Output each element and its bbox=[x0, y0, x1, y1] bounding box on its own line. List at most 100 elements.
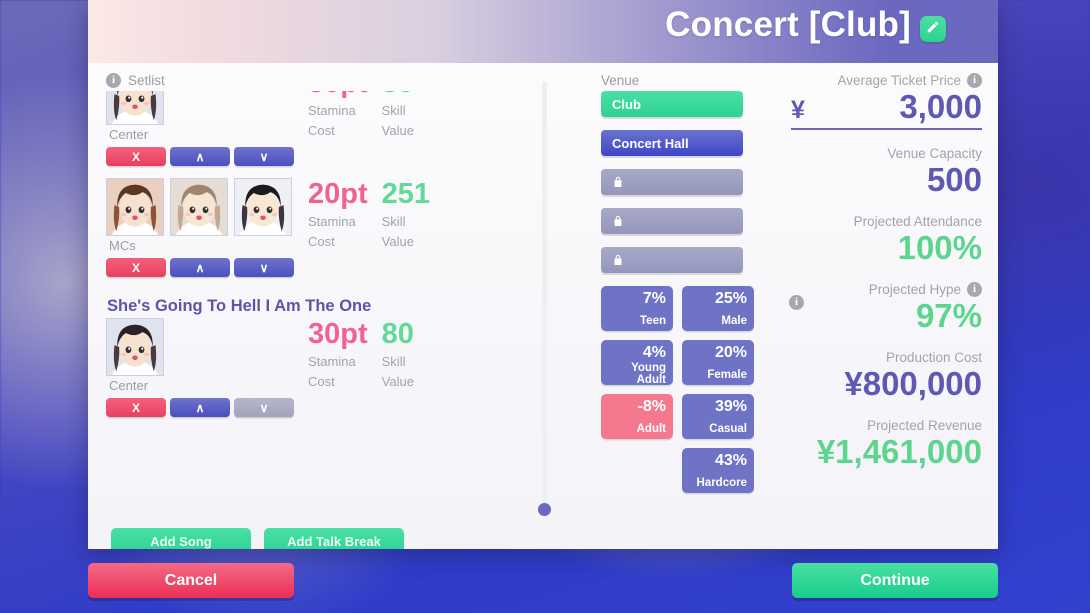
skill-value-caption: Skill bbox=[381, 353, 406, 369]
demographic-chip-adult[interactable]: -8% Adult bbox=[601, 394, 673, 439]
average-ticket-price-label: Average Ticket Price i bbox=[791, 73, 982, 88]
yen-symbol: ¥ bbox=[791, 96, 805, 124]
info-icon[interactable]: i bbox=[967, 73, 982, 88]
move-entry-up-button[interactable]: ∧ bbox=[170, 398, 230, 417]
demographic-chip-casual[interactable]: 39% Casual bbox=[682, 394, 754, 439]
remove-entry-button[interactable]: X bbox=[106, 147, 166, 166]
setlist-entry-performers: Center X ∧ ∨ bbox=[106, 91, 294, 166]
dialog-body: i Setlist CenterX∧∨30ptStaminaCost80Skil… bbox=[88, 63, 998, 549]
remove-entry-button[interactable]: X bbox=[106, 398, 166, 417]
stamina-cost-block: 30pt Stamina Cost bbox=[308, 318, 368, 390]
demographic-label: Adult bbox=[636, 422, 666, 435]
info-icon[interactable]: i bbox=[967, 281, 982, 297]
demographic-value: 20% bbox=[714, 344, 747, 361]
demographic-chip-teen[interactable]: 7% Teen bbox=[601, 286, 673, 331]
demographics-audience-column: 25% Male 20% Female 39% Casual 43% Hardcore bbox=[682, 286, 754, 493]
avatar[interactable] bbox=[106, 91, 164, 125]
add-song-button[interactable]: Add Song bbox=[111, 528, 251, 549]
scrollbar-thumb[interactable] bbox=[538, 503, 551, 516]
stamina-cost-caption-2: Cost bbox=[308, 122, 335, 138]
skill-value-block: 80 Skill Value bbox=[381, 318, 414, 390]
demographics-age-column: 7% Teen 4% Young Adult -8% Adult bbox=[601, 286, 673, 493]
skill-value-block: 251 Skill Value bbox=[381, 179, 430, 250]
continue-button[interactable]: Continue bbox=[792, 563, 998, 598]
stamina-cost-value: 30pt bbox=[308, 318, 368, 350]
skill-value-caption-2: Value bbox=[381, 373, 414, 389]
avatar[interactable] bbox=[106, 318, 164, 376]
setlist-scrollbar[interactable] bbox=[513, 63, 601, 549]
skill-value-caption: Skill bbox=[381, 213, 406, 229]
add-talk-break-button[interactable]: Add Talk Break bbox=[264, 528, 404, 549]
projected-hype-value: 97% bbox=[915, 296, 982, 334]
move-entry-down-button[interactable]: ∨ bbox=[234, 147, 294, 166]
remove-entry-button[interactable]: X bbox=[106, 258, 166, 277]
skill-value-caption-2: Value bbox=[381, 233, 414, 249]
demographic-value: 7% bbox=[642, 290, 666, 307]
edit-title-button[interactable] bbox=[920, 16, 946, 42]
performer-role-label: Center bbox=[109, 127, 149, 142]
pencil-icon bbox=[926, 20, 940, 39]
stamina-cost-caption-2: Cost bbox=[308, 373, 335, 389]
setlist-header: i Setlist bbox=[106, 73, 513, 88]
demographic-value: 43% bbox=[714, 452, 747, 469]
skill-value-caption: Skill bbox=[381, 102, 406, 118]
projected-attendance-label: Projected Attendance bbox=[853, 213, 982, 229]
average-ticket-price-value[interactable]: 3,000 bbox=[899, 88, 982, 127]
move-entry-down-button: ∨ bbox=[234, 398, 294, 417]
setlist-entry-row: Center X∧∨ 30pt Stamina Cost 80 Skill Value bbox=[106, 318, 516, 417]
move-entry-up-button[interactable]: ∧ bbox=[170, 147, 230, 166]
setlist-label: Setlist bbox=[128, 73, 165, 88]
lock-icon bbox=[612, 214, 624, 228]
setlist-scroll-area[interactable]: CenterX∧∨30ptStaminaCost80SkillValueMCsX… bbox=[106, 91, 516, 516]
move-entry-up-button[interactable]: ∧ bbox=[170, 258, 230, 277]
projected-attendance-block: Projected Attendance 100% bbox=[791, 214, 982, 268]
info-icon[interactable]: i bbox=[106, 73, 121, 88]
song-title: She's Going To Hell I Am The One bbox=[107, 297, 372, 315]
skill-value: 80 bbox=[381, 318, 414, 350]
page-title: Concert [Club] bbox=[665, 5, 911, 44]
projected-revenue-value: ¥1,461,000 bbox=[816, 432, 982, 470]
projected-hype-label: Projected Hype i bbox=[791, 281, 982, 297]
stamina-cost-value: 30pt bbox=[308, 91, 368, 99]
skill-value-block: 80 Skill Value bbox=[382, 91, 414, 139]
demographic-chip-young-adult[interactable]: 4% Young Adult bbox=[601, 340, 673, 385]
demographic-value: 39% bbox=[714, 398, 747, 415]
projected-attendance-value: 100% bbox=[897, 228, 982, 266]
avatar-group bbox=[106, 91, 294, 125]
avatar[interactable] bbox=[170, 178, 228, 236]
venue-option-concert-hall[interactable]: Concert Hall bbox=[601, 130, 743, 156]
dialog-footer: Cancel Continue bbox=[0, 549, 1090, 613]
demographic-label: Male bbox=[721, 314, 747, 327]
average-ticket-price-block: Average Ticket Price i ¥ 3,000 bbox=[791, 73, 982, 130]
skill-value: 80 bbox=[382, 91, 414, 99]
venue-capacity-block: Venue Capacity 500 bbox=[791, 146, 982, 200]
venue-option-club[interactable]: Club bbox=[601, 91, 743, 117]
avatar[interactable] bbox=[106, 178, 164, 236]
demographic-label: Young Adult bbox=[631, 362, 666, 386]
venue-label: Venue bbox=[601, 73, 640, 88]
demographic-chip-male[interactable]: 25% Male bbox=[682, 286, 754, 331]
cancel-button[interactable]: Cancel bbox=[88, 563, 294, 598]
demographic-chip-female[interactable]: 20% Female bbox=[682, 340, 754, 385]
entry-controls: X ∧ ∨ bbox=[106, 398, 294, 417]
move-entry-down-button[interactable]: ∨ bbox=[234, 258, 294, 277]
demographic-label: Hardcore bbox=[696, 476, 748, 489]
projected-revenue-label: Projected Revenue bbox=[867, 417, 982, 433]
avatar[interactable] bbox=[234, 178, 292, 236]
avatar-group bbox=[106, 178, 294, 236]
demographic-label: Casual bbox=[709, 422, 747, 435]
venue-capacity-label: Venue Capacity bbox=[887, 145, 982, 161]
demographic-value: 4% bbox=[642, 344, 666, 361]
demographic-chip-hardcore[interactable]: 43% Hardcore bbox=[682, 448, 754, 493]
lock-icon bbox=[612, 253, 624, 267]
demographics-grid: 7% Teen 4% Young Adult -8% Adult 25% Male 20% Fe… bbox=[601, 286, 804, 493]
concert-dialog: Concert [Club] i Setlist CenterX∧∨30ptSt… bbox=[88, 0, 998, 549]
demographic-value: -8% bbox=[637, 398, 666, 415]
scrollbar-track[interactable] bbox=[542, 81, 547, 511]
demographic-label: Teen bbox=[640, 314, 666, 327]
stamina-cost-block: 20pt Stamina Cost bbox=[308, 179, 368, 250]
average-ticket-price-input[interactable]: ¥ 3,000 bbox=[791, 88, 982, 130]
venue-option-locked-4 bbox=[601, 247, 743, 273]
stamina-cost-caption: Stamina bbox=[308, 353, 356, 369]
info-icon[interactable]: i bbox=[789, 295, 804, 310]
